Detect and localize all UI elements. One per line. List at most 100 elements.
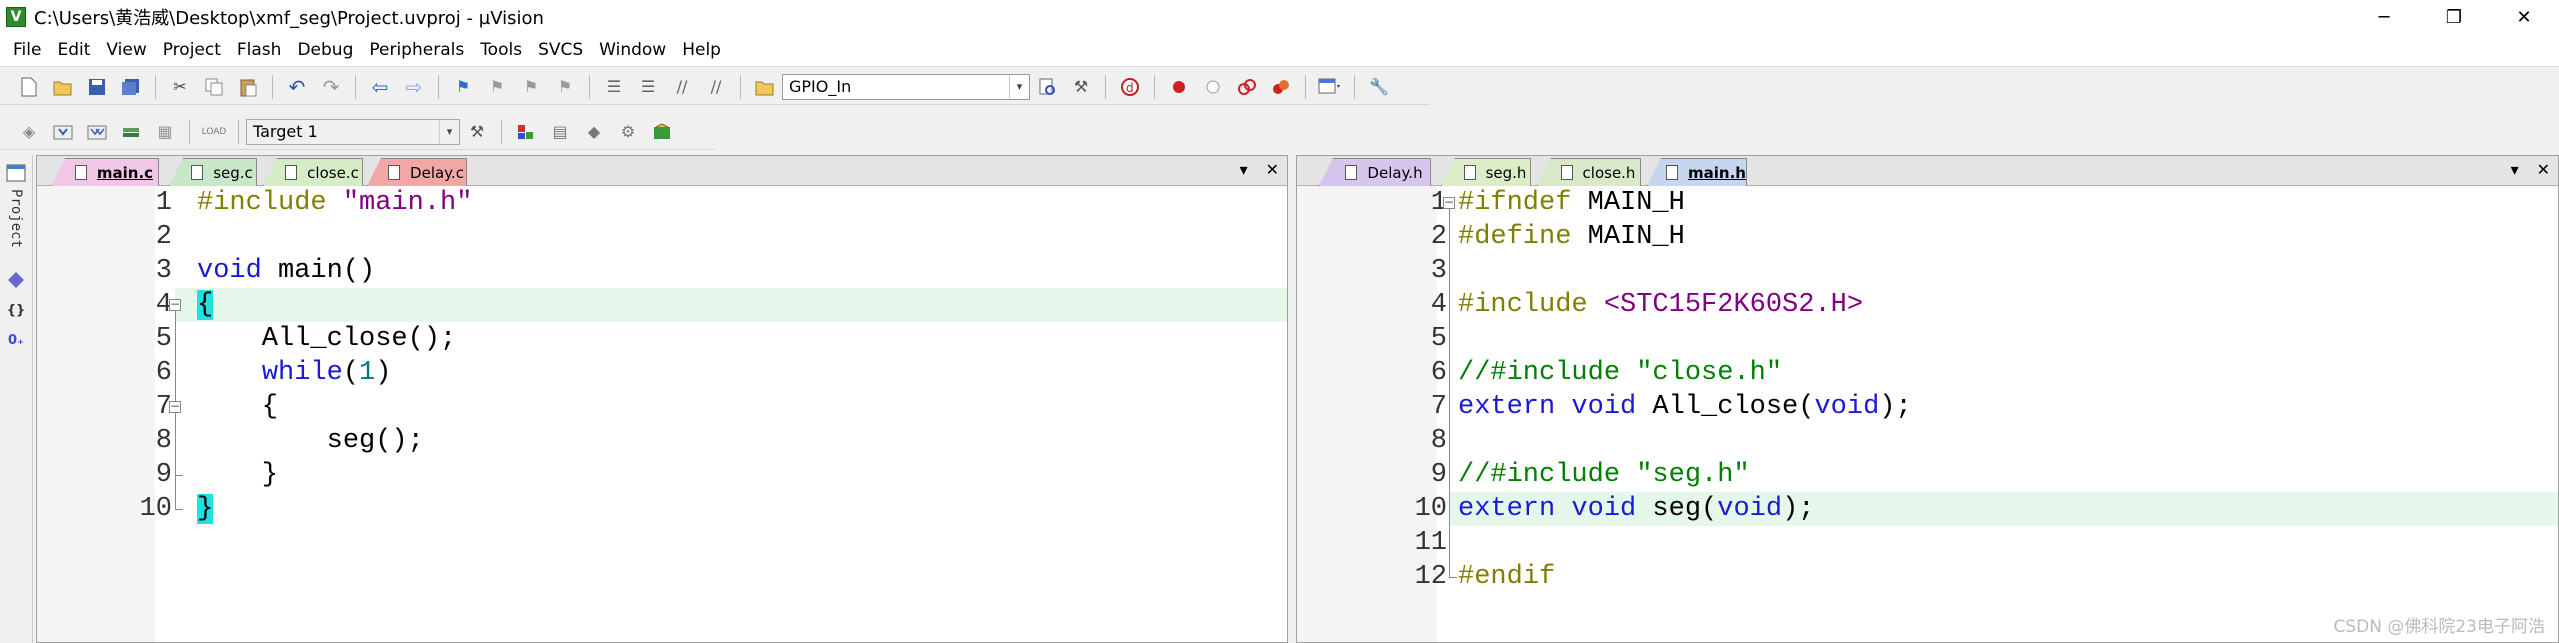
tab-Delay-c[interactable]: Delay.c bbox=[367, 158, 467, 186]
menu-peripherals[interactable]: Peripherals bbox=[361, 40, 472, 60]
build-icon[interactable] bbox=[49, 118, 77, 146]
redo-icon[interactable]: ↷ bbox=[317, 73, 345, 101]
menu-view[interactable]: View bbox=[98, 40, 154, 60]
menu-window[interactable]: Window bbox=[591, 40, 674, 60]
minimize-button[interactable]: ─ bbox=[2349, 0, 2419, 34]
fold-toggle-icon[interactable]: − bbox=[169, 298, 181, 311]
maximize-button[interactable]: ❐ bbox=[2419, 0, 2489, 34]
code-token: #include bbox=[1458, 290, 1604, 320]
menu-file[interactable]: File bbox=[5, 40, 49, 60]
line-number: 8 bbox=[1430, 426, 1447, 456]
translate-icon[interactable]: ◈ bbox=[15, 118, 43, 146]
find-in-files-icon[interactable] bbox=[751, 73, 779, 101]
target-select[interactable]: Target 1 ▾ bbox=[246, 118, 460, 145]
close-tab-icon[interactable]: ✕ bbox=[1266, 160, 1279, 179]
start-debug-icon[interactable]: d bbox=[1116, 73, 1144, 101]
save-icon[interactable] bbox=[83, 73, 111, 101]
tab-main-h[interactable]: main.h bbox=[1647, 158, 1747, 186]
code-token: <STC15F2K60S2.H> bbox=[1603, 290, 1864, 320]
undo-icon[interactable]: ↶ bbox=[283, 73, 311, 101]
file-icon bbox=[1560, 165, 1573, 180]
menu-debug[interactable]: Debug bbox=[289, 40, 361, 60]
batch-build-icon[interactable] bbox=[117, 118, 145, 146]
line-number: 5 bbox=[155, 324, 172, 354]
tab-main-c[interactable]: main.c bbox=[51, 158, 159, 186]
bookmark-clear-icon[interactable]: ⚑ bbox=[551, 73, 579, 101]
stop-build-icon[interactable]: ▦ bbox=[151, 118, 179, 146]
left-code-area[interactable]: 1 #include "main.h" 2 3 void main() 4 {5 All_c… bbox=[37, 186, 1287, 642]
window-layout-icon[interactable] bbox=[1316, 73, 1344, 101]
file-icon bbox=[388, 165, 401, 180]
bookmark-next-icon[interactable]: ⚑ bbox=[517, 73, 545, 101]
enable-breakpoint-icon[interactable] bbox=[1199, 73, 1227, 101]
menu-edit[interactable]: Edit bbox=[49, 40, 98, 60]
line-number: 5 bbox=[1430, 324, 1447, 354]
functions-icon[interactable]: {} bbox=[4, 298, 28, 322]
find-combo-value: GPIO_In bbox=[789, 77, 852, 96]
menu-help[interactable]: Help bbox=[674, 40, 729, 60]
templates-icon[interactable]: 0₊ bbox=[4, 328, 28, 352]
code-text: { bbox=[197, 288, 214, 322]
file-icon bbox=[1463, 165, 1476, 180]
find-combo[interactable]: GPIO_In ▾ bbox=[782, 73, 1030, 100]
project-tab-label[interactable]: Project bbox=[8, 189, 24, 248]
books-icon[interactable] bbox=[4, 268, 28, 292]
line-number: 10 bbox=[1414, 494, 1447, 524]
cut-icon[interactable]: ✂ bbox=[166, 73, 194, 101]
download-load-icon[interactable]: LOAD bbox=[200, 118, 228, 146]
kill-all-breakpoints-icon[interactable] bbox=[1267, 73, 1295, 101]
project-window-icon[interactable] bbox=[4, 161, 28, 185]
fold-toggle-icon[interactable]: − bbox=[169, 400, 181, 413]
new-file-icon[interactable] bbox=[15, 73, 43, 101]
tab-seg-h[interactable]: seg.h bbox=[1441, 158, 1531, 186]
target-options-icon[interactable]: ⚒ bbox=[463, 118, 491, 146]
navigate-back-icon[interactable]: ⇦ bbox=[366, 73, 394, 101]
insert-breakpoint-icon[interactable] bbox=[1165, 73, 1193, 101]
file-icon bbox=[285, 165, 298, 180]
disable-all-breakpoints-icon[interactable] bbox=[1233, 73, 1261, 101]
tab-Delay-h[interactable]: Delay.h bbox=[1319, 158, 1431, 186]
fold-toggle-icon[interactable]: − bbox=[1443, 196, 1455, 209]
code-token: ) bbox=[375, 358, 392, 388]
copy-icon[interactable] bbox=[200, 73, 228, 101]
incremental-find-icon[interactable]: ⚒ bbox=[1067, 73, 1095, 101]
chevron-down-icon[interactable]: ▾ bbox=[1009, 74, 1029, 99]
tab-close-c[interactable]: close.c bbox=[263, 158, 363, 186]
menu-tools[interactable]: Tools bbox=[472, 40, 530, 60]
tab-dropdown-icon[interactable]: ▾ bbox=[1240, 160, 1248, 179]
close-window-button[interactable]: ✕ bbox=[2489, 0, 2559, 34]
tab-dropdown-icon[interactable]: ▾ bbox=[2511, 160, 2519, 179]
paste-icon[interactable] bbox=[234, 73, 262, 101]
open-file-icon[interactable] bbox=[49, 73, 77, 101]
menu-project[interactable]: Project bbox=[155, 40, 229, 60]
comment-icon[interactable]: // bbox=[668, 73, 696, 101]
indent-icon[interactable]: ☰ bbox=[600, 73, 628, 101]
uncomment-icon[interactable]: // bbox=[702, 73, 730, 101]
chevron-down-icon[interactable]: ▾ bbox=[439, 119, 459, 144]
line-number: 2 bbox=[1430, 222, 1447, 252]
separator bbox=[438, 74, 439, 99]
manage-rte-icon[interactable]: ◆ bbox=[580, 118, 608, 146]
save-all-icon[interactable] bbox=[117, 73, 145, 101]
tab-seg-c[interactable]: seg.c bbox=[169, 158, 257, 186]
tab-close-h[interactable]: close.h bbox=[1537, 158, 1641, 186]
bookmark-toggle-icon[interactable]: ⚑ bbox=[449, 73, 477, 101]
rebuild-icon[interactable] bbox=[83, 118, 111, 146]
find-icon[interactable] bbox=[1033, 73, 1061, 101]
bookmark-prev-icon[interactable]: ⚑ bbox=[483, 73, 511, 101]
line-number: 1 bbox=[155, 188, 172, 218]
menu-svcs[interactable]: SVCS bbox=[530, 40, 591, 60]
select-packs-icon[interactable]: ▤ bbox=[546, 118, 574, 146]
manage-components-icon[interactable]: ⚙ bbox=[614, 118, 642, 146]
configure-icon[interactable]: 🔧 bbox=[1365, 73, 1393, 101]
code-text: } bbox=[197, 492, 214, 526]
pack-installer-icon[interactable] bbox=[648, 118, 676, 146]
right-code-area[interactable]: 1 #ifndef MAIN_H 2 #define MAIN_H 3 4 #include… bbox=[1297, 186, 2558, 642]
menu-flash[interactable]: Flash bbox=[229, 40, 290, 60]
navigate-forward-icon[interactable]: ⇨ bbox=[400, 73, 428, 101]
line-number: 6 bbox=[155, 358, 172, 388]
fold-end bbox=[175, 475, 183, 476]
manage-project-items-icon[interactable] bbox=[512, 118, 540, 146]
close-tab-icon[interactable]: ✕ bbox=[2537, 160, 2550, 179]
unindent-icon[interactable]: ☰ bbox=[634, 73, 662, 101]
